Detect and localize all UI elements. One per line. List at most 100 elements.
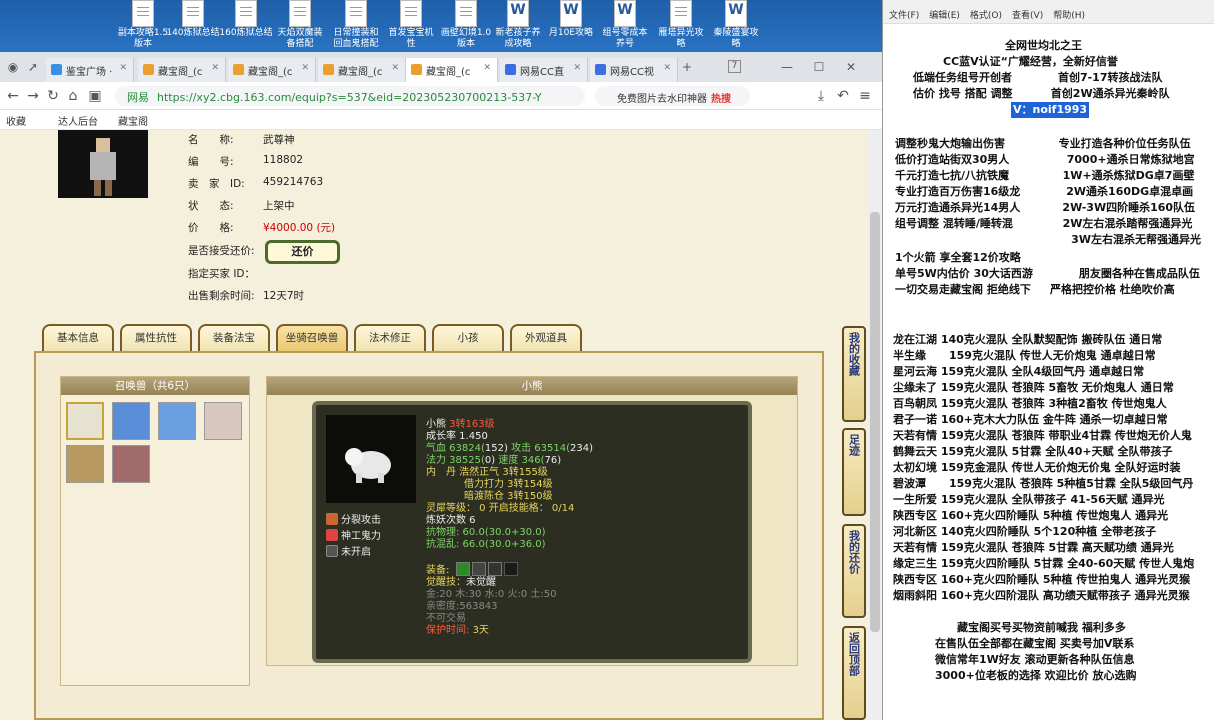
- notepad-line: 藏宝阁买号买物资前喊我 福利多多: [957, 621, 1126, 634]
- pet-icon-polar-bear[interactable]: [66, 402, 104, 440]
- page-scrollbar-thumb[interactable]: [870, 212, 880, 632]
- tab-close-icon[interactable]: ✕: [119, 63, 127, 73]
- notepad-line: 一生所爱 159克火混队 全队带孩子 41-56天赋 通异光: [893, 493, 1165, 506]
- haggle-button[interactable]: 还价: [265, 240, 340, 264]
- side-button[interactable]: 返回顶部: [842, 626, 866, 720]
- browser-tab[interactable]: 藏宝阁_(c ✕: [228, 58, 316, 82]
- pet-equip-slot-4[interactable]: [504, 562, 518, 576]
- notepad-line: 在售队伍全部都在藏宝阁 买卖号加V联系: [935, 637, 1135, 650]
- tab-close-icon[interactable]: ✕: [483, 63, 491, 73]
- notepad-line: 河北新区 140克火四阶睡队 5个120种植 全带老孩子: [893, 525, 1157, 538]
- desktop-icon[interactable]: 月10E攻略: [543, 0, 599, 39]
- hot-search-badge[interactable]: 热搜: [711, 94, 731, 105]
- browser-tab[interactable]: 藏宝阁_(c ✕: [406, 58, 498, 82]
- notepad-menu-item[interactable]: 编辑(E): [929, 11, 960, 21]
- history-icon[interactable]: ➚: [24, 58, 42, 76]
- tab-close-icon[interactable]: ✕: [663, 63, 671, 73]
- pet-skill-1[interactable]: 分裂攻击: [326, 511, 381, 526]
- wallet-icon[interactable]: ▣: [86, 87, 104, 105]
- back-icon[interactable]: ←: [4, 87, 22, 105]
- minimize-button[interactable]: —: [778, 58, 796, 76]
- page-tab[interactable]: 外观道具: [510, 324, 582, 352]
- desktop-icon-label: 160炼狱总结: [219, 28, 273, 38]
- notepad-menu-item[interactable]: 格式(O): [970, 11, 1002, 21]
- listing-field-label: 指定买家 ID：: [188, 268, 256, 280]
- pet-icon-ice-spirit[interactable]: [112, 402, 150, 440]
- page-tab[interactable]: 装备法宝: [198, 324, 270, 352]
- url-text: https://xy2.cbg.163.com/equip?s=537&eid=…: [157, 91, 542, 104]
- url-field[interactable]: 网易 https://xy2.cbg.163.com/equip?s=537&ei…: [115, 86, 585, 106]
- desktop-icon-label: 副本攻略1.5 版本: [117, 28, 169, 49]
- pet-equip-slot-3[interactable]: [488, 562, 502, 576]
- pet-skill-2[interactable]: 神工鬼力: [326, 527, 381, 542]
- notepad-menu-item[interactable]: 查看(V): [1012, 11, 1043, 21]
- desktop-icon-strip: 副本攻略1.5 版本 140炼狱总结 160炼狱总结 天焰双魔装 备搭配 日常撞装和 回…: [0, 0, 882, 54]
- browser-tab[interactable]: 藏宝阁_(c ✕: [138, 58, 226, 82]
- browser-logo-icon[interactable]: ◉: [4, 58, 22, 76]
- bookmark-talent[interactable]: 达人后台: [58, 113, 98, 128]
- pet-equip-slot-1[interactable]: [456, 562, 470, 576]
- maximize-button[interactable]: ☐: [810, 58, 828, 76]
- page-tab[interactable]: 法术修正: [354, 324, 426, 352]
- side-button[interactable]: 足迹: [842, 428, 866, 516]
- tab-count-badge[interactable]: 7: [728, 60, 741, 73]
- notepad-menu-item[interactable]: 帮助(H): [1053, 11, 1085, 21]
- word-doc-icon: [725, 0, 747, 27]
- desktop-icon[interactable]: 副本攻略1.5 版本: [115, 0, 171, 50]
- bookmarks-bar: 收藏 达人后台 藏宝阁: [0, 110, 882, 130]
- tab-close-icon[interactable]: ✕: [301, 63, 309, 73]
- browser-tab[interactable]: 藏宝阁_(c ✕: [318, 58, 406, 82]
- page-tab[interactable]: 基本信息: [42, 324, 114, 352]
- home-icon[interactable]: ⌂: [64, 87, 82, 105]
- browser-tab[interactable]: 网易CC视 ✕: [590, 58, 678, 82]
- tab-favicon-icon: [595, 64, 606, 75]
- close-window-button[interactable]: ✕: [842, 58, 860, 76]
- browser-tab[interactable]: 鉴宝广场 · ✕: [46, 58, 134, 82]
- pet-protect-value: 3天: [472, 625, 489, 636]
- desktop-icon[interactable]: 首发宝宝机 性: [383, 0, 439, 50]
- menu-icon[interactable]: ≡: [856, 87, 874, 105]
- page-tab[interactable]: 属性抗性: [120, 324, 192, 352]
- desktop-icon[interactable]: 组号零成本 养号: [597, 0, 653, 50]
- listing-field-value: 118802: [263, 154, 304, 166]
- side-button[interactable]: 我的还价: [842, 524, 866, 618]
- page-tab[interactable]: 小孩: [432, 324, 504, 352]
- pet-skill-3[interactable]: 未开启: [326, 543, 371, 558]
- bookmark-favorites[interactable]: 收藏: [6, 113, 26, 128]
- pet-trade-status: 不可交易: [426, 613, 466, 624]
- desktop-icon[interactable]: 秦陵盛宴攻 略: [708, 0, 764, 50]
- browser-tab[interactable]: 网易CC直 ✕: [500, 58, 588, 82]
- pet-icon-ice-spirit-2[interactable]: [158, 402, 196, 440]
- desktop-icon[interactable]: 160炼狱总结: [218, 0, 274, 39]
- desktop-icon[interactable]: 雁塔异光攻 略: [653, 0, 709, 50]
- download-icon[interactable]: ⤓: [812, 87, 830, 105]
- forward-icon[interactable]: →: [24, 87, 42, 105]
- pet-icon-lady[interactable]: [204, 402, 242, 440]
- search-input[interactable]: 免费图片去水印神器 热搜: [595, 86, 750, 106]
- notepad-text-area[interactable]: 全网世均北之王 CC蓝V认证“广耀经营，全新好信誉 低端任务组号开创者 首创7-17…: [883, 24, 1214, 720]
- listing-field-value: 上架中: [263, 200, 295, 212]
- notepad-line: 缘定三生 159克火四阶睡队 5甘霖 全40-60天赋 传世人鬼炮: [893, 557, 1195, 570]
- tab-close-icon[interactable]: ✕: [391, 63, 399, 73]
- notepad-menu-item[interactable]: 文件(F): [889, 11, 919, 21]
- desktop-icon[interactable]: 140炼狱总结: [165, 0, 221, 39]
- pet-icon-warrior[interactable]: [66, 445, 104, 483]
- page-tab[interactable]: 坐骑召唤兽: [276, 324, 348, 352]
- pet-equip-slot-2[interactable]: [472, 562, 486, 576]
- notepad-line: 鹤舞云天 159克火混队 5甘霖 全队40+天赋 全队带孩子: [893, 445, 1173, 458]
- side-button-label: 足迹: [847, 434, 861, 456]
- side-button[interactable]: 我的收藏: [842, 326, 866, 422]
- listing-field-label: 状 态:: [188, 200, 234, 212]
- new-tab-button[interactable]: +: [678, 58, 696, 76]
- desktop-icon[interactable]: 日常撞装和 回血鬼搭配: [328, 0, 384, 50]
- tab-close-icon[interactable]: ✕: [573, 63, 581, 73]
- desktop-icon[interactable]: 天焰双魔装 备搭配: [272, 0, 328, 50]
- notepad-line: 烟雨斜阳 160+克火四阶混队 高功绩天赋带孩子 通异光灵猴: [893, 589, 1190, 602]
- pet-icon-demon[interactable]: [112, 445, 150, 483]
- reload-icon[interactable]: ↻: [44, 87, 62, 105]
- desktop-icon[interactable]: 新老孩子养 成攻略: [490, 0, 546, 50]
- tab-close-icon[interactable]: ✕: [211, 63, 219, 73]
- undo-icon[interactable]: ↶: [834, 87, 852, 105]
- desktop-icon[interactable]: 画壁幻境1.0 版本: [438, 0, 494, 50]
- bookmark-cbg[interactable]: 藏宝阁: [118, 113, 148, 128]
